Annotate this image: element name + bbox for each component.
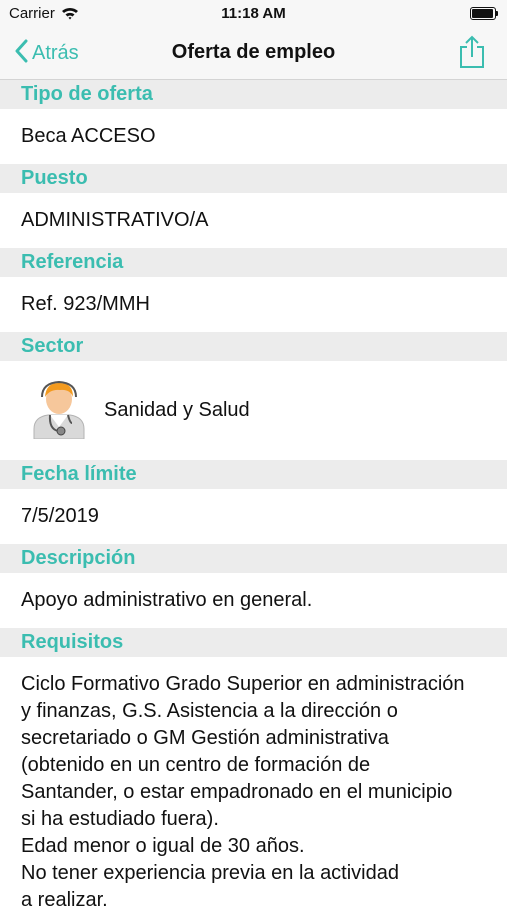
description-value: Apoyo administrativo en general.	[21, 589, 313, 611]
back-button[interactable]: Atrás	[14, 38, 79, 68]
navigation-bar: Atrás Oferta de empleo	[0, 28, 507, 80]
section-header-descripcion: Descripción	[0, 544, 507, 573]
requirements-value: Ciclo Formativo Grado Superior en admini…	[21, 673, 465, 911]
sector-row: Sanidad y Salud	[0, 361, 507, 460]
section-header-requisitos: Requisitos	[0, 628, 507, 657]
reference-value: Ref. 923/MMH	[21, 293, 150, 315]
section-header-puesto: Puesto	[0, 164, 507, 193]
chevron-left-icon	[14, 39, 28, 68]
section-header-referencia: Referencia	[0, 248, 507, 277]
sector-value: Sanidad y Salud	[104, 399, 250, 421]
deadline-value: 7/5/2019	[21, 505, 99, 527]
battery-icon	[470, 7, 498, 20]
status-time: 11:18 AM	[221, 5, 286, 22]
position-value: ADMINISTRATIVO/A	[21, 209, 209, 231]
offer-type-value: Beca ACCESO	[21, 125, 156, 147]
section-header-tipo: Tipo de oferta	[0, 80, 507, 109]
doctor-avatar-icon	[30, 377, 88, 444]
back-label: Atrás	[32, 41, 79, 64]
share-button[interactable]	[459, 35, 485, 74]
status-bar: Carrier 11:18 AM	[0, 0, 507, 28]
offer-detail: Tipo de oferta Beca ACCESO Puesto ADMINI…	[0, 80, 507, 914]
section-header-sector: Sector	[0, 332, 507, 361]
share-icon	[459, 35, 485, 73]
section-header-fecha: Fecha límite	[0, 460, 507, 489]
